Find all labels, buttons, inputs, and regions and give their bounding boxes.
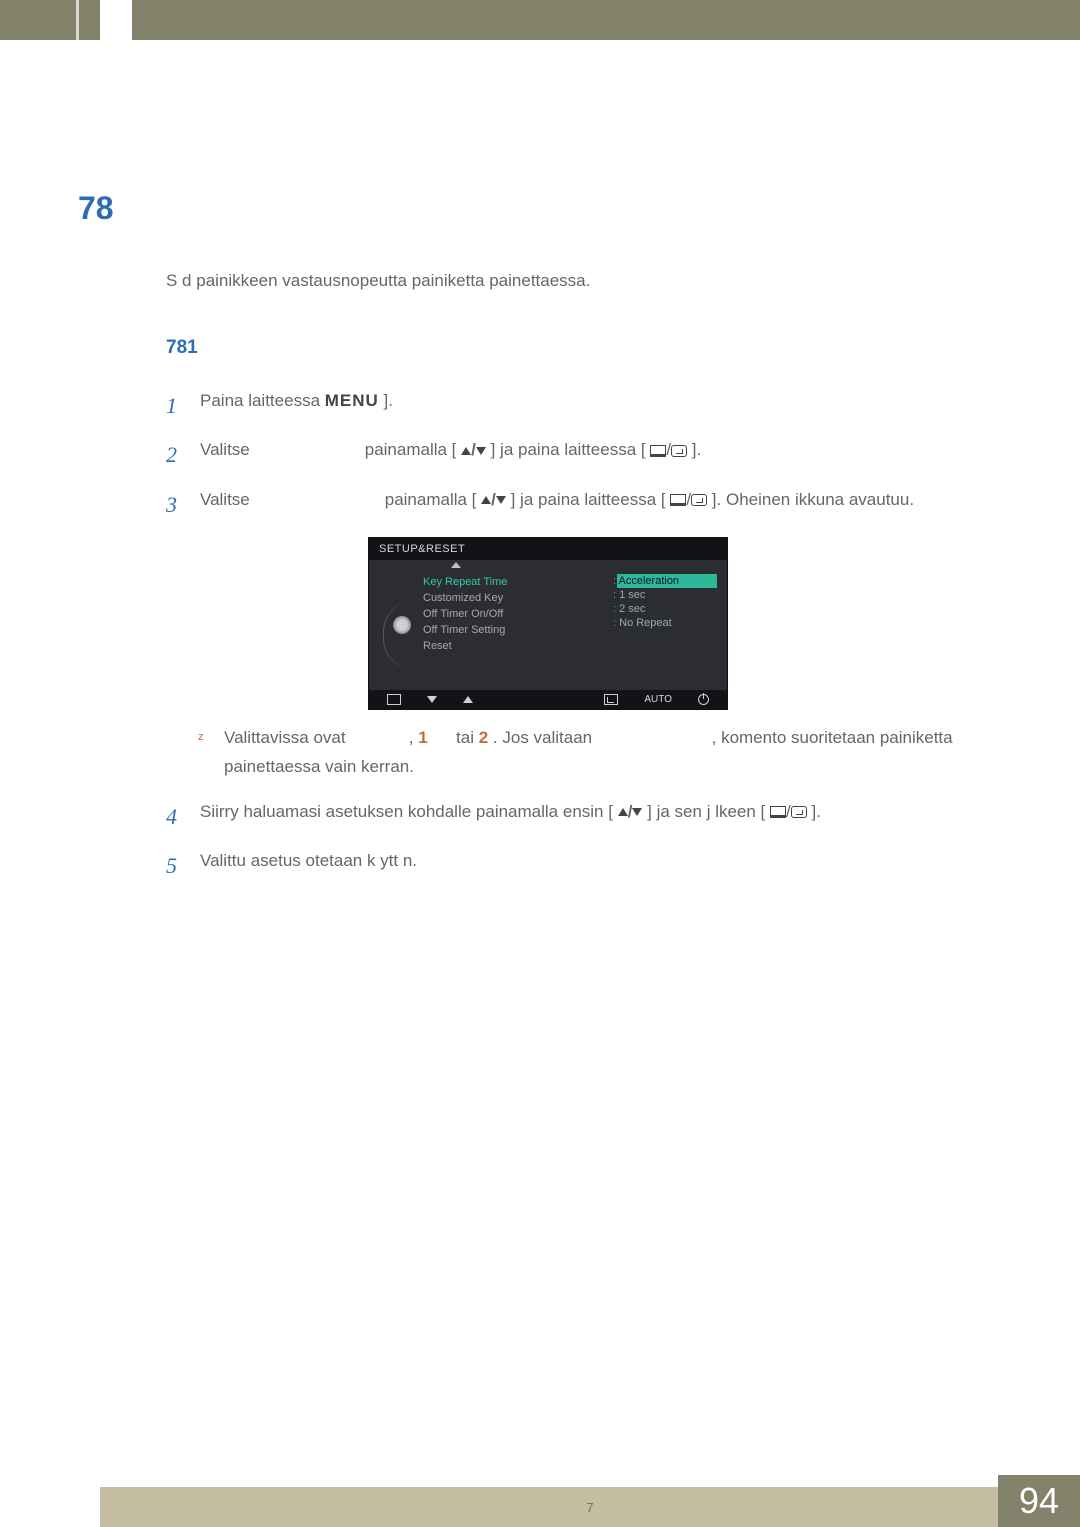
osd-down-icon [427, 696, 437, 703]
step-text: Valitse painamalla [ / ] ja paina laitte… [200, 436, 1020, 465]
emph-2: 2 [479, 728, 488, 747]
page-content: 78 S d painikkeen vastausnopeutta painik… [78, 190, 1020, 897]
text: ] ja paina laitteessa [ [511, 490, 666, 509]
osd-scroll-up-icon [451, 562, 461, 568]
step-number: 4 [166, 798, 200, 835]
step-3: 3 Valitse painamalla [ / ] ja paina lait… [166, 486, 1020, 523]
osd-title: SETUP&RESET [369, 538, 727, 560]
section-intro: S d painikkeen vastausnopeutta painikett… [166, 271, 1020, 291]
subsection-number: 781 [166, 337, 1020, 359]
text: , [409, 728, 414, 747]
osd-body: Key Repeat Time Customized Key Off Timer… [369, 560, 727, 690]
text: ] ja sen j lkeen [ [647, 802, 765, 821]
osd-up-icon [463, 696, 473, 703]
step-number: 1 [166, 387, 200, 424]
source-icon [670, 494, 686, 506]
osd-menu-item: Reset [423, 638, 617, 654]
text: Paina laitteessa [200, 391, 325, 410]
text: ]. Oheinen ikkuna avautuu. [712, 490, 914, 509]
down-icon [496, 496, 506, 504]
text: painamalla [ [385, 490, 477, 509]
osd-left-panel [381, 566, 423, 672]
text: . Jos valitaan [493, 728, 592, 747]
osd-back-icon [387, 694, 401, 705]
step-text: Paina laitteessa MENU ]. [200, 387, 1020, 416]
osd-option: No Repeat [617, 616, 717, 630]
enter-icon [691, 494, 707, 506]
osd-menu-item: Off Timer On/Off [423, 606, 617, 622]
text: Valitse [200, 486, 380, 515]
text: ]. [811, 802, 820, 821]
step-number: 2 [166, 436, 200, 473]
osd-option: 1 sec [617, 588, 717, 602]
osd-enter-icon [604, 694, 618, 705]
osd-option: 2 sec [617, 602, 717, 616]
osd-options: Acceleration 1 sec 2 sec No Repeat [617, 566, 717, 672]
step-1: 1 Paina laitteessa MENU ]. [166, 387, 1020, 424]
step-5: 5 Valittu asetus otetaan k ytt n. [166, 847, 1020, 884]
step-4: 4 Siirry haluamasi asetuksen kohdalle pa… [166, 798, 1020, 835]
osd-arc-decoration [383, 600, 415, 670]
text: ] ja paina laitteessa [ [491, 440, 646, 459]
up-icon [461, 447, 471, 455]
osd-menu-item: Key Repeat Time [423, 574, 617, 590]
osd-menu-item: Off Timer Setting [423, 622, 617, 638]
osd-auto-label: AUTO [644, 694, 672, 705]
bullet-icon: z [198, 724, 224, 782]
osd-power-icon [698, 694, 709, 705]
enter-icon [671, 445, 687, 457]
footer-chapter: 7 [586, 1500, 593, 1515]
text: ]. [384, 391, 393, 410]
bullet-text: Valittavissa ovat , 1 tai 2 . Jos valita… [224, 724, 1020, 782]
osd-screenshot: SETUP&RESET Key Repeat Time Customized K… [368, 537, 728, 710]
text: Valittavissa ovat [224, 724, 404, 753]
source-icon [770, 806, 786, 818]
bullet-note: z Valittavissa ovat , 1 tai 2 . Jos vali… [198, 724, 1020, 782]
down-icon [632, 808, 642, 816]
step-text: Siirry haluamasi asetuksen kohdalle pain… [200, 798, 1020, 827]
text: painamalla [ [365, 440, 457, 459]
text: Siirry haluamasi asetuksen kohdalle pain… [200, 802, 613, 821]
text: tai [456, 728, 474, 747]
footer-bar: 7 [100, 1487, 1080, 1527]
header-bar [0, 0, 1080, 40]
source-icon [650, 445, 666, 457]
step-number: 5 [166, 847, 200, 884]
page-number-badge: 94 [998, 1475, 1080, 1527]
enter-icon [791, 806, 807, 818]
up-icon [481, 496, 491, 504]
header-tab-cut [100, 0, 132, 40]
step-number: 3 [166, 486, 200, 523]
osd-menu-list: Key Repeat Time Customized Key Off Timer… [423, 566, 617, 672]
step-2: 2 Valitse painamalla [ / ] ja paina lait… [166, 436, 1020, 473]
down-icon [476, 447, 486, 455]
step-text: Valittu asetus otetaan k ytt n. [200, 847, 1020, 876]
osd-option-selected: Acceleration [617, 574, 717, 588]
osd-menu-item: Customized Key [423, 590, 617, 606]
left-rule [76, 0, 79, 40]
osd-button-bar: AUTO [369, 690, 727, 709]
text: Valitse [200, 436, 360, 465]
up-icon [618, 808, 628, 816]
step-text: Valitse painamalla [ / ] ja paina laitte… [200, 486, 1020, 515]
menu-label: MENU [325, 391, 379, 410]
text: ]. [692, 440, 701, 459]
emph-1: 1 [418, 728, 427, 747]
section-number: 78 [78, 190, 1020, 227]
